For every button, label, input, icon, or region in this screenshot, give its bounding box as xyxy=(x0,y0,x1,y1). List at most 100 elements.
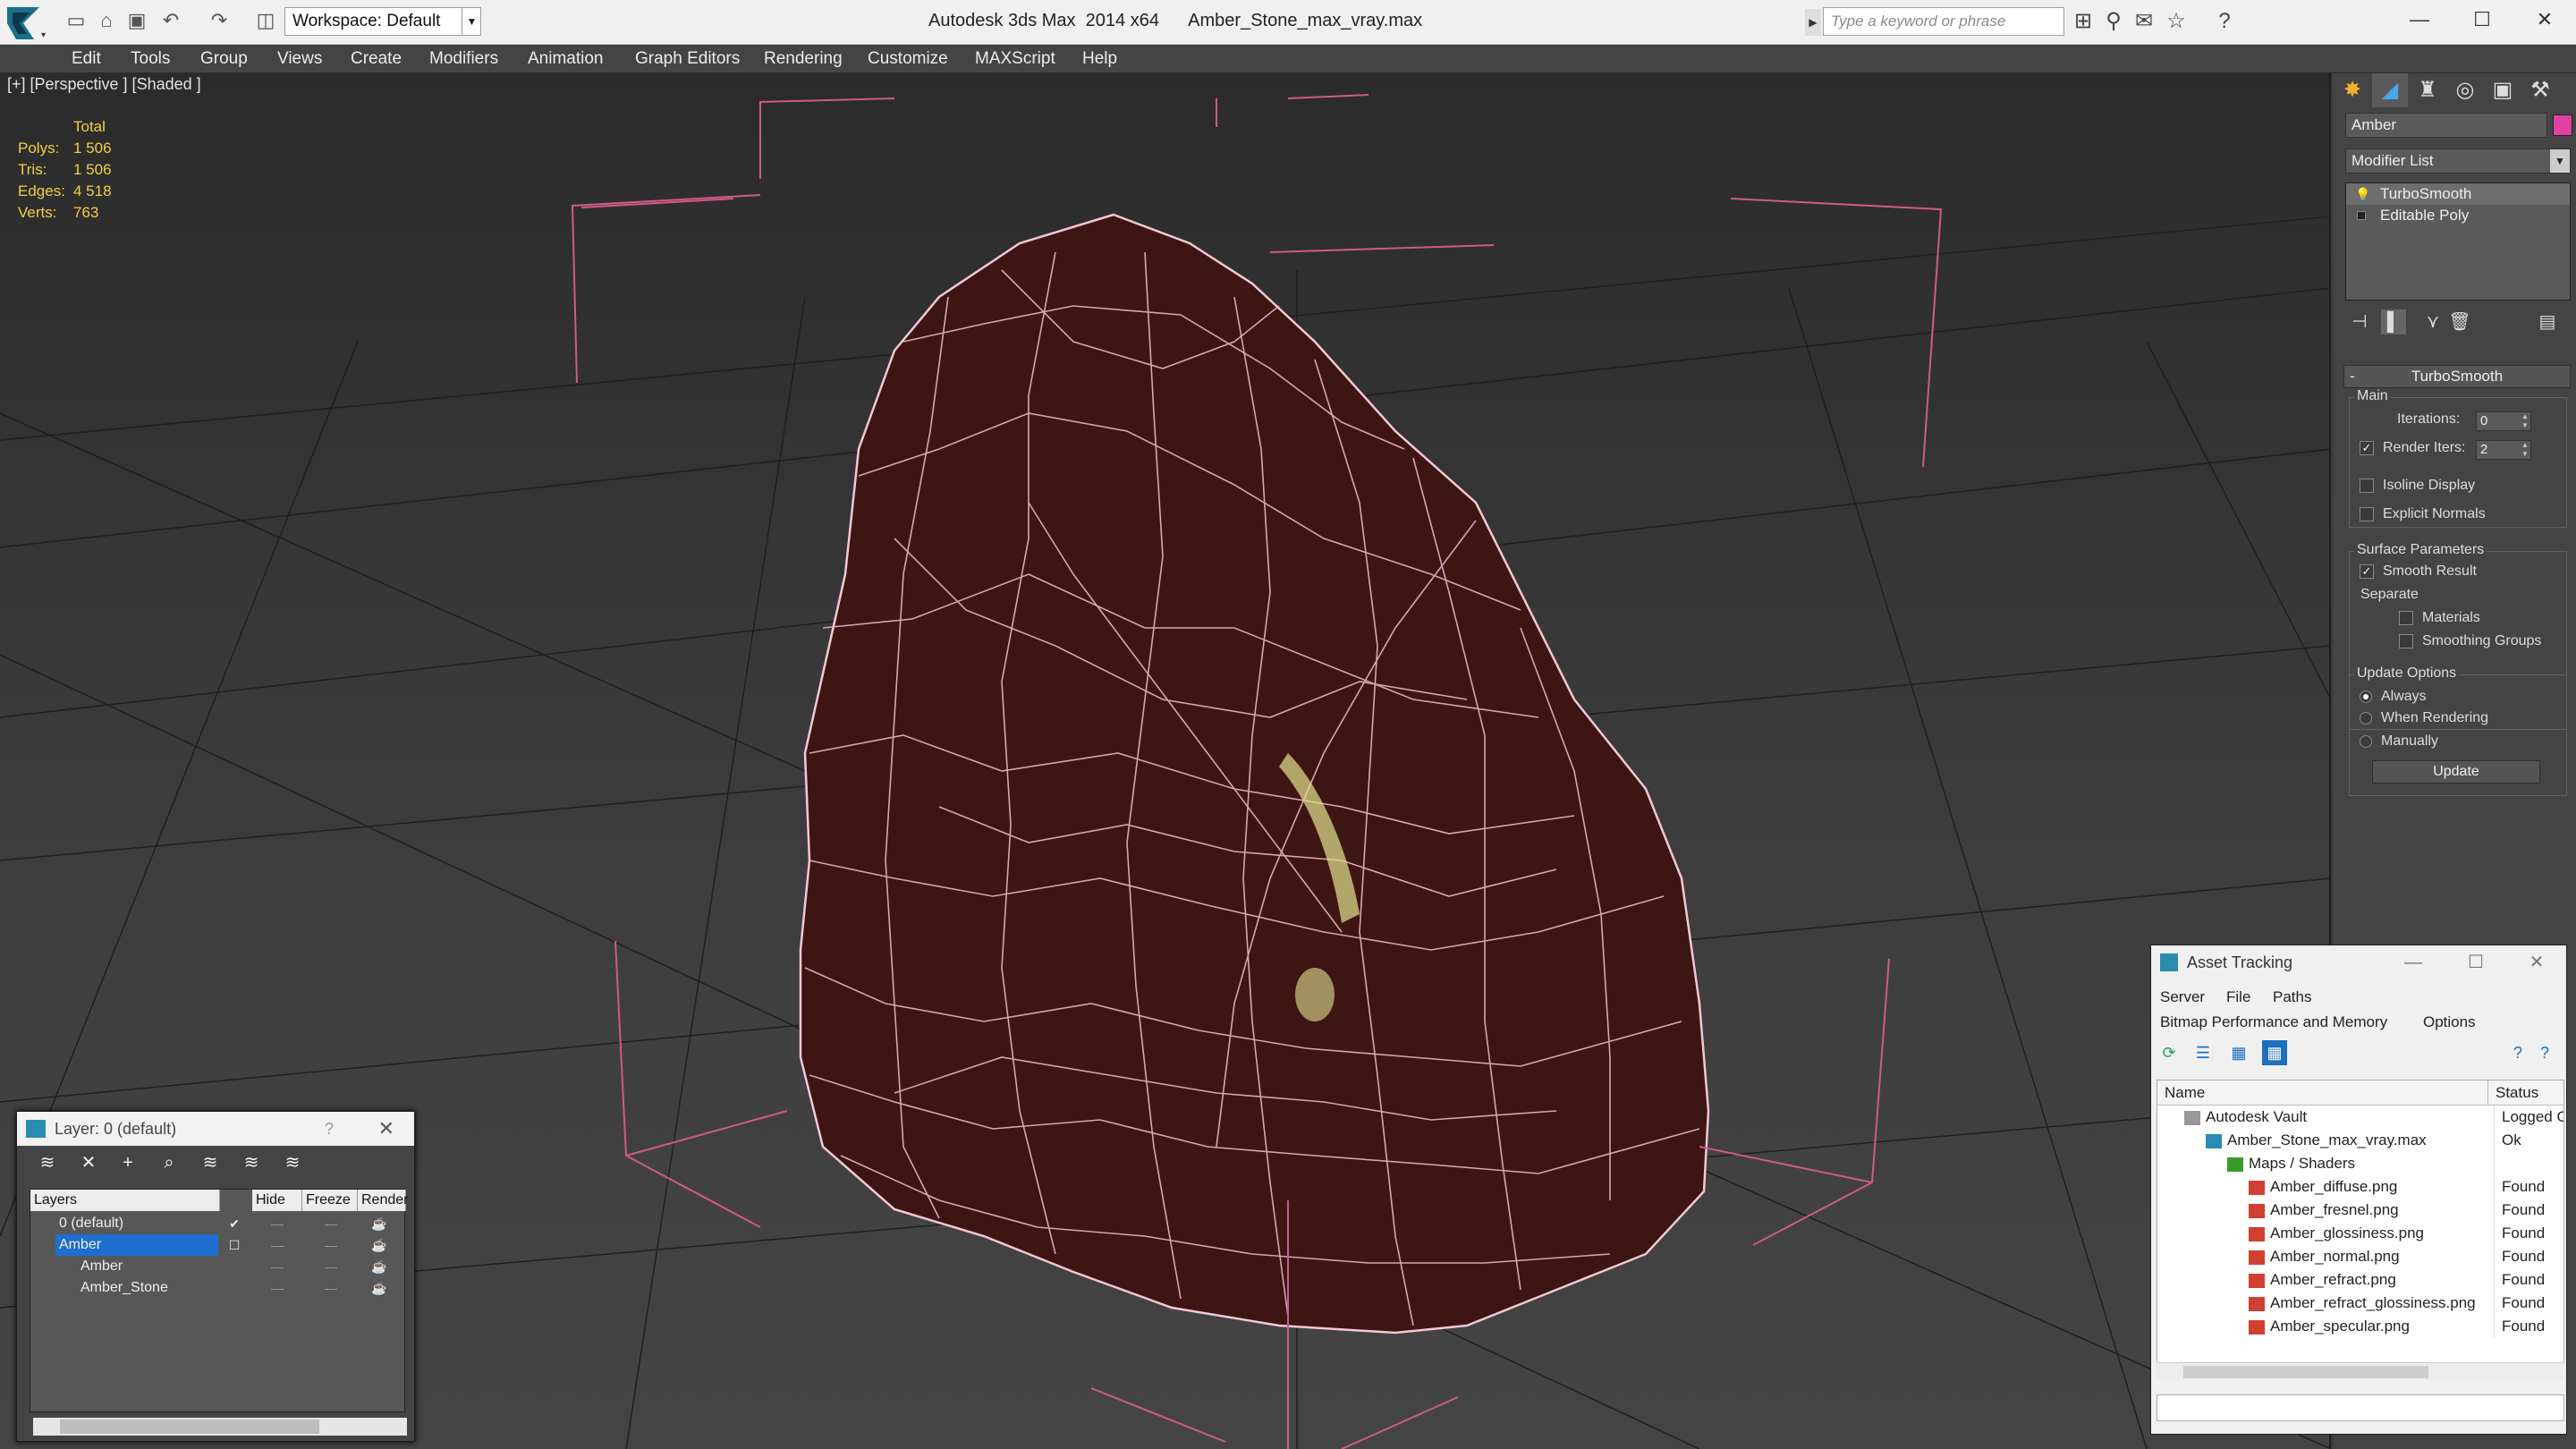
help-icon[interactable]: ? xyxy=(2211,8,2238,35)
remove-modifier-icon[interactable]: 🗑 xyxy=(2447,309,2472,335)
tree-view-icon[interactable]: ▦ xyxy=(2226,1040,2251,1065)
smooth-result-checkbox[interactable]: ✓ xyxy=(2360,564,2374,579)
favorites-star-icon[interactable]: ☆ xyxy=(2163,8,2190,35)
modifier-list-dropdown[interactable]: Modifier List ▼ xyxy=(2345,148,2571,174)
always-radio[interactable] xyxy=(2360,690,2372,703)
when-rendering-row[interactable]: When Rendering xyxy=(2360,710,2488,726)
smoothing-groups-checkbox[interactable] xyxy=(2399,633,2413,648)
refresh-icon[interactable]: ⟳ xyxy=(2157,1040,2182,1065)
new-file-icon[interactable]: ▭ xyxy=(64,9,88,32)
menu-modifiers[interactable]: Modifiers xyxy=(424,45,504,73)
asset-row[interactable]: Maps / Shaders xyxy=(2157,1152,2563,1175)
undo-icon[interactable]: ↶ xyxy=(159,9,182,32)
spinner-arrows-icon[interactable]: ▲ ▼ xyxy=(2520,412,2530,430)
menu-paths[interactable]: Paths xyxy=(2273,988,2311,1006)
spinner-arrows-icon[interactable]: ▲ ▼ xyxy=(2520,441,2530,459)
menu-server[interactable]: Server xyxy=(2160,988,2205,1006)
configure-sets-icon[interactable]: ▤ xyxy=(2535,309,2560,335)
object-name-field[interactable]: Amber xyxy=(2345,113,2547,138)
pin-stack-icon[interactable]: ⊣ xyxy=(2347,309,2372,335)
layers-column-header[interactable]: Layers xyxy=(30,1190,220,1211)
freeze-toggle[interactable]: — xyxy=(309,1256,352,1277)
render-iters-row[interactable]: ✓ Render Iters: xyxy=(2360,440,2465,456)
hide-toggle[interactable]: — xyxy=(259,1234,295,1256)
materials-row[interactable]: Materials xyxy=(2399,610,2480,626)
utilities-tab-icon[interactable]: ⚒ xyxy=(2522,73,2558,107)
list-view-icon[interactable]: ☰ xyxy=(2190,1040,2216,1065)
freeze-toggle[interactable]: — xyxy=(309,1213,352,1234)
menu-views[interactable]: Views xyxy=(272,45,327,73)
layer-row[interactable]: 0 (default) ✔ — — ☕ xyxy=(30,1213,404,1234)
asset-row[interactable]: Amber_refract_glossiness.png Found xyxy=(2157,1292,2563,1315)
show-end-result-icon[interactable]: ▌ xyxy=(2381,309,2406,335)
highlight-layer-icon[interactable]: ≋ xyxy=(198,1150,223,1175)
render-column-header[interactable]: Render xyxy=(358,1190,408,1211)
freeze-toggle[interactable]: — xyxy=(309,1234,352,1256)
scrollbar-thumb[interactable] xyxy=(60,1419,319,1434)
scrollbar-thumb[interactable] xyxy=(2183,1366,2428,1378)
layer-dialog-titlebar[interactable]: Layer: 0 (default) ? ✕ xyxy=(17,1112,414,1146)
display-tab-icon[interactable]: ▣ xyxy=(2485,73,2521,107)
materials-checkbox[interactable] xyxy=(2399,610,2413,625)
asset-row[interactable]: Amber_normal.png Found xyxy=(2157,1245,2563,1268)
iterations-spinner[interactable]: 0 ▲ ▼ xyxy=(2476,411,2531,431)
current-layer-box-icon[interactable]: ☐ xyxy=(216,1234,252,1256)
manually-row[interactable]: Manually xyxy=(2360,733,2438,750)
asset-row[interactable]: Amber_specular.png Found xyxy=(2157,1315,2563,1338)
update-button[interactable]: Update xyxy=(2372,760,2540,784)
always-row[interactable]: Always xyxy=(2360,689,2427,705)
when-rendering-radio[interactable] xyxy=(2360,711,2372,724)
create-tab-icon[interactable]: ✸ xyxy=(2334,73,2370,107)
table-view-icon[interactable]: ▦ xyxy=(2262,1040,2287,1065)
hide-all-icon[interactable]: ≋ xyxy=(239,1150,264,1175)
maximize-button[interactable]: ☐ xyxy=(2451,0,2513,39)
modify-tab-icon[interactable]: ◢ xyxy=(2372,73,2408,107)
asset-row[interactable]: Amber_fresnel.png Found xyxy=(2157,1199,2563,1222)
search-expand-icon[interactable]: ▶ xyxy=(1805,9,1821,36)
menu-file[interactable]: File xyxy=(2226,988,2250,1006)
minimize-button[interactable]: — xyxy=(2388,0,2451,39)
isoline-display-checkbox[interactable] xyxy=(2360,478,2374,493)
menu-graph-editors[interactable]: Graph Editors xyxy=(630,45,745,73)
motion-tab-icon[interactable]: ◎ xyxy=(2447,73,2483,107)
open-file-icon[interactable]: ⌂ xyxy=(95,9,118,32)
asset-horizontal-scrollbar[interactable] xyxy=(2157,1362,2564,1380)
create-layer-icon[interactable]: ≋ xyxy=(35,1150,60,1175)
isoline-display-row[interactable]: Isoline Display xyxy=(2360,478,2475,494)
layer-row[interactable]: Amber_Stone — — ☕ xyxy=(30,1277,404,1299)
render-teapot-icon[interactable]: ☕ xyxy=(361,1277,397,1299)
app-logo-icon[interactable]: ▾ xyxy=(4,4,50,43)
menu-customize[interactable]: Customize xyxy=(862,45,953,73)
menu-tools[interactable]: Tools xyxy=(125,45,175,73)
menu-bitmap-performance[interactable]: Bitmap Performance and Memory xyxy=(2160,1013,2387,1031)
help-icon[interactable]: ? xyxy=(325,1112,334,1146)
manually-radio[interactable] xyxy=(2360,734,2372,748)
asset-row[interactable]: Autodesk Vault Logged O xyxy=(2157,1106,2563,1129)
workspace-select[interactable]: Workspace: Default xyxy=(284,7,481,36)
explicit-normals-checkbox[interactable] xyxy=(2360,506,2374,521)
expand-box-icon[interactable] xyxy=(2357,211,2366,220)
binoculars-icon[interactable]: ⊞ xyxy=(2070,8,2097,35)
menu-maxscript[interactable]: MAXScript xyxy=(970,45,1061,73)
render-iters-spinner[interactable]: 2 ▲ ▼ xyxy=(2476,440,2531,460)
name-column-header[interactable]: Name xyxy=(2157,1080,2488,1106)
render-teapot-icon[interactable]: ☕ xyxy=(361,1234,397,1256)
explicit-normals-row[interactable]: Explicit Normals xyxy=(2360,506,2486,522)
turbosmooth-rollout-header[interactable]: - TurboSmooth xyxy=(2343,365,2571,388)
menu-options[interactable]: Options xyxy=(2423,1013,2476,1031)
add-to-layer-icon[interactable]: + xyxy=(115,1150,140,1175)
layer-row[interactable]: Amber ☐ — — ☕ xyxy=(30,1234,404,1256)
stack-item-editable-poly[interactable]: Editable Poly xyxy=(2346,205,2570,226)
minimize-button[interactable]: — xyxy=(2382,945,2445,979)
viewport-label[interactable]: [+] [Perspective ] [Shaded ] xyxy=(7,75,201,94)
current-layer-check-icon[interactable]: ✔ xyxy=(216,1213,252,1234)
hierarchy-tab-icon[interactable]: ♜ xyxy=(2410,73,2445,107)
lightbulb-icon[interactable]: 💡 xyxy=(2355,187,2370,201)
vault-help-icon[interactable]: ? xyxy=(2532,1040,2557,1065)
hide-toggle[interactable]: — xyxy=(259,1256,295,1277)
menu-create[interactable]: Create xyxy=(345,45,407,73)
communication-icon[interactable]: ✉ xyxy=(2131,8,2157,35)
layer-horizontal-scrollbar[interactable] xyxy=(33,1418,407,1436)
freeze-column-header[interactable]: Freeze xyxy=(302,1190,358,1211)
smooth-result-row[interactable]: ✓ Smooth Result xyxy=(2360,564,2477,580)
